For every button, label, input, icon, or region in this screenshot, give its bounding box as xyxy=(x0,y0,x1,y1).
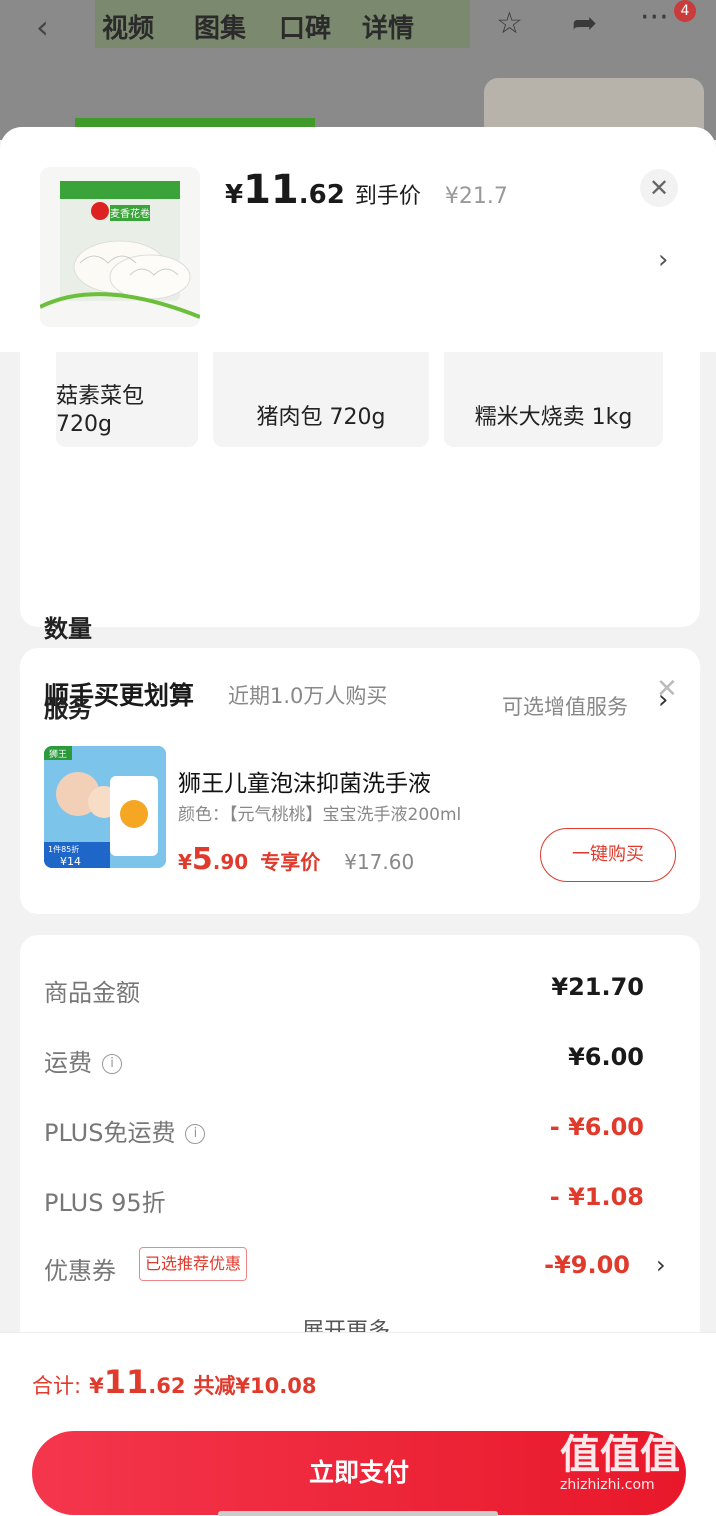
price-yen: ¥ xyxy=(225,180,244,210)
checkout-footer: 合计: ¥ 11 .62 共减¥10.08 立即支付 值值值 zhizhizhi… xyxy=(0,1332,716,1516)
tab-details[interactable]: 详情 xyxy=(362,8,414,45)
chevron-right-icon[interactable]: › xyxy=(656,1251,666,1279)
upsell-card: 顺手买更划算 近期1.0万人购买 ✕ 狮王 1件85折 ¥14 狮王儿童泡沫抑菌… xyxy=(20,648,700,914)
upsell-product-image[interactable]: 狮王 1件85折 ¥14 xyxy=(44,746,166,868)
summary-value: ¥6.00 xyxy=(568,1043,644,1071)
cart-badge: 4 xyxy=(674,0,696,22)
share-icon[interactable]: ➦ xyxy=(572,6,597,41)
total-row: 合计: ¥ 11 .62 共减¥10.08 xyxy=(32,1363,316,1401)
svg-text:狮王: 狮王 xyxy=(49,749,67,760)
total-decimal: .62 xyxy=(148,1374,186,1398)
one-click-buy-button[interactable]: 一键购买 xyxy=(540,828,676,882)
product-image: 麦香花卷 xyxy=(40,167,200,327)
variant-label: 糯米大烧卖 1kg xyxy=(474,405,633,430)
price-integer: 11 xyxy=(243,167,299,213)
svg-text:¥14: ¥14 xyxy=(60,855,81,868)
purchase-sheet: 麦香花卷 ¥ 11 .62 到手价 ¥21.7 ✕ › 菇素菜包 720g 猪肉… xyxy=(0,127,716,1516)
chevron-right-icon[interactable]: › xyxy=(658,685,668,715)
total-label: 合计: xyxy=(32,1374,82,1398)
total-discount: 共减¥10.08 xyxy=(193,1374,317,1398)
summary-label: PLUS免运费 xyxy=(44,1119,176,1147)
upsell-price-yen: ¥ xyxy=(178,850,192,874)
tab-gallery[interactable]: 图集 xyxy=(194,8,246,45)
upsell-subtitle: 近期1.0万人购买 xyxy=(228,684,388,708)
summary-label-row: PLUS免运费 i xyxy=(44,1113,206,1148)
star-icon[interactable]: ☆ xyxy=(496,6,523,41)
total-yen: ¥ xyxy=(89,1374,104,1398)
home-indicator xyxy=(218,1511,498,1516)
back-arrow-icon[interactable]: ‹ xyxy=(36,8,49,46)
summary-value: - ¥6.00 xyxy=(549,1113,644,1141)
variant-label: 720g xyxy=(56,412,112,437)
more-icon[interactable]: ··· xyxy=(640,0,669,35)
chevron-right-icon[interactable]: › xyxy=(658,245,668,275)
watermark-text: 值值值 xyxy=(560,1432,680,1478)
service-hint[interactable]: 可选增值服务 xyxy=(502,691,628,721)
summary-label-row: 运费 i xyxy=(44,1043,122,1078)
upsell-price-row: ¥ 5 .90 专享价 ¥17.60 xyxy=(178,842,414,877)
price-row: ¥ 11 .62 到手价 ¥21.7 xyxy=(225,167,508,217)
upsell-price-integer: 5 xyxy=(191,842,213,877)
summary-label: 商品金额 xyxy=(44,979,140,1007)
watermark-url: zhizhizhi.com xyxy=(560,1477,655,1493)
upsell-product-spec: 颜色：【元气桃桃】宝宝洗手液200ml xyxy=(178,805,462,825)
total-integer: 11 xyxy=(103,1363,149,1401)
summary-label: PLUS 95折 xyxy=(44,1189,166,1217)
coupon-tag: 已选推荐优惠 xyxy=(139,1247,248,1281)
summary-value: - ¥1.08 xyxy=(549,1183,644,1211)
close-icon[interactable]: ✕ xyxy=(640,169,678,207)
upsell-price-label: 专享价 xyxy=(260,850,321,874)
service-label: 服务 xyxy=(44,695,92,723)
quantity-label: 数量 xyxy=(44,615,92,643)
variant-label: 猪肉包 720g xyxy=(256,405,386,430)
upsell-price-decimal: .90 xyxy=(212,850,249,874)
tab-reviews[interactable]: 口碑 xyxy=(279,8,331,45)
tab-video[interactable]: 视频 xyxy=(102,8,154,45)
info-icon[interactable]: i xyxy=(102,1054,122,1074)
price-label: 到手价 xyxy=(354,184,421,209)
original-price: ¥21.7 xyxy=(444,184,508,209)
options-card: 菇素菜包 720g 猪肉包 720g 糯米大烧卖 1kg 数量 服务 可选增值服… xyxy=(20,327,700,723)
variant-label: 菇素菜包 xyxy=(56,384,145,409)
svg-text:麦香花卷: 麦香花卷 xyxy=(110,207,150,220)
sheet-header: 麦香花卷 ¥ 11 .62 到手价 ¥21.7 ✕ › xyxy=(0,127,716,352)
info-icon[interactable]: i xyxy=(185,1124,206,1144)
svg-text:1件85折: 1件85折 xyxy=(48,844,79,854)
price-decimal: .62 xyxy=(298,180,345,210)
background-page: ‹ 视频 图集 口碑 详情 ☆ ➦ ··· 4 xyxy=(0,0,716,168)
upsell-product-name[interactable]: 狮王儿童泡沫抑菌洗手液 xyxy=(178,764,431,798)
summary-value[interactable]: -¥9.00 xyxy=(544,1251,630,1279)
summary-label: 优惠券 xyxy=(44,1257,116,1285)
summary-value: ¥21.70 xyxy=(551,973,644,1001)
upsell-original-price: ¥17.60 xyxy=(344,850,415,874)
summary-label: 运费 xyxy=(44,1049,92,1077)
watermark: 值值值 zhizhizhi.com xyxy=(560,1433,680,1493)
